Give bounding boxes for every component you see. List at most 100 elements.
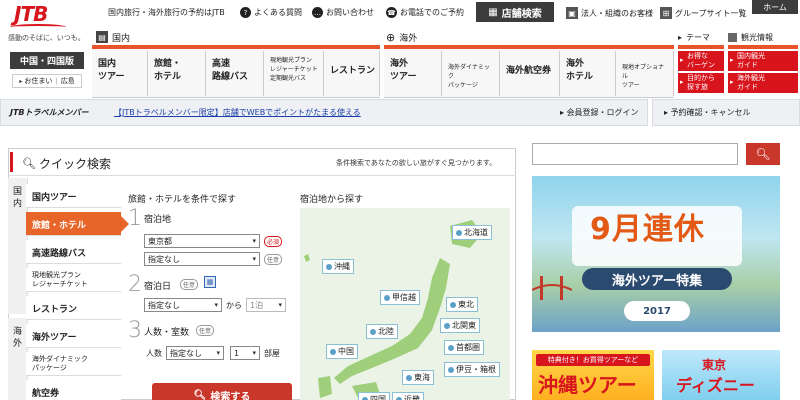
nav-overseas-hotel[interactable]: 海外 ホテル [560,51,616,96]
map-label-shutoken[interactable]: 首都圏 [444,340,484,355]
tab-overseas-dynamic[interactable]: 海外ダイナミック パッケージ [26,352,121,376]
map-label-chugoku[interactable]: 中国 [326,344,358,359]
tab-highway-bus[interactable]: 高速路線バス [26,240,121,264]
nav-overseas-optional[interactable]: 現地オプショナル ツアー [616,51,674,96]
corporate-link[interactable]: ▣ 法人・組織のお客様 [566,7,653,19]
header-tagline-link: 国内旅行・海外旅行の予約はJTB [108,7,225,18]
nights-select[interactable]: 1泊 ▾ [246,298,286,312]
overseas-guide-button[interactable]: 海外観光 ガイド [728,73,798,93]
disney-promo-line2: ディズニー [676,376,755,395]
map-label-tokai[interactable]: 東海 [402,370,434,385]
site-search-input[interactable] [532,143,738,165]
corporate-label: 法人・組織のお客様 [581,8,653,18]
theme-section-label: テーマ [686,32,711,42]
september-holiday-banner[interactable]: 9月連休 海外ツアー特集 2017 [532,176,780,332]
jtb-logo[interactable]: JTB 感動のそばに、いつも。 [6,2,85,42]
nav-label-line1: 旅館・ [154,59,182,69]
nav-label-line2: ホテル [566,72,594,82]
optional-badge: 任意 [196,325,215,336]
map-label-text: 東海 [414,373,430,382]
date-value: 指定なし [148,300,180,310]
nav-label-line1: 海外航空券 [506,66,552,76]
map-label-kitakanto[interactable]: 北関東 [440,318,480,333]
chevron-down-icon: ▾ [252,349,256,357]
map-label-shikoku[interactable]: 四国 [358,392,390,400]
nav-label-line1: 海外 [566,59,585,69]
residence-value: 広島 [60,77,75,85]
group-sites-link[interactable]: ⊞ グループサイト一覧 [660,7,747,19]
area-select[interactable]: 指定なし ▾ [144,252,260,266]
map-label-text: 沖縄 [334,262,350,271]
overseas-section-label: 海外 [399,33,418,44]
disney-promo-banner[interactable]: 東京 ディズニー [662,350,780,400]
grid-icon: ⊞ [660,7,672,19]
site-search-button[interactable]: 🔍︎ [746,143,780,165]
tab-label: 海外ツアー [32,333,77,343]
map-label-izu-hakone[interactable]: 伊豆・箱根 [444,362,500,377]
theme-bargain-button[interactable]: お得な バーゲン [678,51,724,71]
tab-domestic-tour[interactable]: 国内ツアー [26,184,121,208]
nav-overseas-tour[interactable]: 海外 ツアー [384,51,442,96]
map-label-tohoku[interactable]: 東北 [446,297,478,312]
theme-section-header: ▸ テーマ [678,29,710,45]
tab-label: 現地観光プラン [32,271,81,279]
people-value: 指定なし [170,348,202,358]
okinawa-promo-banner[interactable]: 特典付き！お買得ツアーなど 沖縄ツアー [532,350,654,400]
map-label-hokuriku[interactable]: 北陸 [366,324,398,339]
guide-line2: ガイド [737,61,758,69]
residence-selector[interactable]: ▸ お住まい | 広島 [12,74,82,88]
map-label-text: 中国 [338,347,354,356]
map-label-text: 甲信越 [392,293,416,302]
nav-ryokan-hotel[interactable]: 旅館・ ホテル [148,51,206,96]
contact-link[interactable]: … お問い合わせ [312,7,374,18]
triangle-icon: ▸ [678,32,683,42]
tab-restaurant[interactable]: レストラン [26,296,121,320]
tab-air-ticket[interactable]: 航空券 [26,380,121,400]
chat-icon: … [312,7,323,18]
tab-overseas-tour[interactable]: 海外ツアー [26,324,121,348]
quick-search-note: 条件検索であなたの欲しい旅がすぐ見つかります。 [336,159,497,167]
map-label-text: 北海道 [464,228,488,237]
side-label-char: 内 [12,199,22,209]
tab-label: 旅館・ホテル [32,221,87,231]
logo-text: JTB [14,2,48,26]
reservation-link[interactable]: ▸ 予約確認・キャンセル [664,107,751,118]
phone-link[interactable]: ☎ お電話でのご予約 [386,7,464,18]
nav-overseas-dynamic[interactable]: 海外ダイナミック パッケージ [442,51,500,96]
local-section-label: 観光情報 [741,32,773,42]
member-promo-link[interactable]: 【JTBトラベルメンバー限定】店舗でWEBでポイントがたまる使える [114,107,361,118]
domestic-guide-button[interactable]: 国内観光 ガイド [728,51,798,71]
nav-restaurant[interactable]: レストラン [324,51,380,96]
suitcase-icon: ▤ [96,31,108,43]
rooms-select[interactable]: 1 ▾ [230,346,260,360]
map-label-okinawa[interactable]: 沖縄 [322,259,354,274]
nav-overseas-air[interactable]: 海外航空券 [500,51,560,96]
triangle-icon: ▸ [19,77,23,85]
from-label: から [226,301,242,310]
map-label-text: 伊豆・箱根 [456,365,496,374]
tab-local-plans[interactable]: 現地観光プラン レジャーチケット [26,268,121,292]
map-label-hokkaido[interactable]: 北海道 [452,225,492,240]
search-button[interactable]: 🔍︎ 検索する [152,383,292,400]
map-label-kinki[interactable]: 近畿 [392,392,424,400]
store-search-button[interactable]: ▦ 店舗検索 [476,2,554,22]
login-link[interactable]: ▸ 会員登録・ログイン [560,107,639,118]
home-button[interactable]: ホーム [752,0,798,14]
people-label: 人数 [146,349,162,358]
chevron-down-icon: ▾ [214,301,218,309]
map-pin-icon [406,374,412,381]
required-badge: 必須 [264,236,283,247]
nav-highway-bus[interactable]: 高速 路線バス [206,51,264,96]
map-label-koshinetsu[interactable]: 甲信越 [380,290,420,305]
date-select[interactable]: 指定なし ▾ [144,298,222,312]
theme-purpose-button[interactable]: 目的から 探す旅 [678,73,724,93]
people-select[interactable]: 指定なし ▾ [166,346,224,360]
tab-ryokan-hotel[interactable]: 旅館・ホテル [26,212,129,236]
faq-link[interactable]: ? よくある質問 [240,7,302,18]
nav-domestic-tour[interactable]: 国内 ツアー [92,51,148,96]
calendar-icon[interactable]: ▦ [204,276,216,288]
nav-local-plans[interactable]: 現地観光プラン レジャーチケット 定期観光バス [264,51,324,96]
map-pin-icon [448,366,454,373]
prefecture-select[interactable]: 東京都 ▾ [144,234,260,248]
region-tab[interactable]: 中国・四国版 [10,52,84,69]
